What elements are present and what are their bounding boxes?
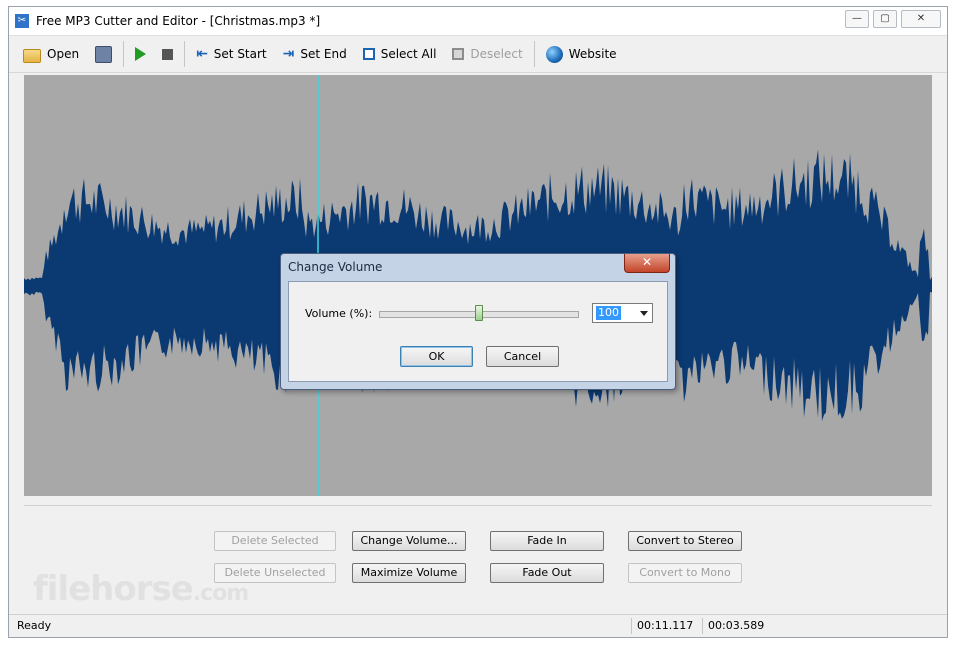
fade-in-button[interactable]: Fade In — [490, 531, 604, 551]
toolbar: Open ⇤ Set Start ⇥ Set End Select All De… — [9, 36, 947, 73]
window-title: Free MP3 Cutter and Editor - [Christmas.… — [36, 14, 321, 28]
folder-open-icon — [23, 49, 41, 63]
delete-selected-button[interactable]: Delete Selected — [214, 531, 336, 551]
chevron-down-icon[interactable] — [640, 311, 648, 316]
convert-stereo-button[interactable]: Convert to Stereo — [628, 531, 742, 551]
status-text: Ready — [17, 619, 52, 632]
cancel-button[interactable]: Cancel — [486, 346, 559, 367]
website-button[interactable]: Website — [538, 41, 625, 67]
status-bar: Ready 00:11.117 00:03.589 — [9, 614, 947, 637]
stop-icon — [162, 48, 174, 60]
deselect-icon — [452, 48, 465, 60]
close-button[interactable]: ✕ — [901, 10, 941, 28]
play-button[interactable] — [127, 41, 154, 67]
status-selection-length: 00:03.589 — [702, 618, 774, 634]
toolbar-separator — [184, 41, 186, 67]
deselect-label: Deselect — [470, 47, 523, 61]
title-bar: ✂ Free MP3 Cutter and Editor - [Christma… — [9, 7, 947, 36]
change-volume-dialog: Change Volume ✕ Volume (%): 100 OK Cance… — [280, 253, 676, 390]
dialog-title: Change Volume — [288, 260, 383, 274]
toolbar-separator — [123, 41, 125, 67]
convert-mono-button[interactable]: Convert to Mono — [628, 563, 742, 583]
stop-button[interactable] — [154, 41, 181, 67]
set-start-label: Set Start — [213, 47, 267, 61]
status-position: 00:11.117 — [631, 618, 701, 634]
open-label: Open — [47, 47, 80, 61]
dialog-body: Volume (%): 100 OK Cancel — [288, 281, 668, 382]
watermark-suffix: .com — [192, 581, 249, 606]
set-end-button[interactable]: ⇥ Set End — [275, 41, 355, 67]
watermark-name: filehorse — [33, 569, 194, 609]
maximize-volume-button[interactable]: Maximize Volume — [352, 563, 466, 583]
maximize-button[interactable]: ▢ — [873, 10, 897, 28]
watermark-logo: filehorse.com — [33, 569, 249, 609]
globe-icon — [545, 45, 563, 63]
volume-slider-thumb[interactable] — [475, 305, 483, 321]
fade-out-button[interactable]: Fade Out — [490, 563, 604, 583]
deselect-button[interactable]: Deselect — [444, 41, 530, 67]
set-end-label: Set End — [300, 47, 347, 61]
open-button[interactable]: Open — [15, 41, 87, 67]
set-end-icon: ⇥ — [282, 46, 295, 62]
ok-button[interactable]: OK — [400, 346, 473, 367]
change-volume-button[interactable]: Change Volume... — [352, 531, 466, 551]
floppy-disk-icon — [95, 45, 113, 63]
volume-combo[interactable]: 100 — [592, 303, 653, 323]
set-start-icon: ⇤ — [196, 46, 208, 62]
select-all-label: Select All — [380, 47, 437, 61]
set-start-button[interactable]: ⇤ Set Start — [188, 41, 275, 67]
app-icon: ✂ — [15, 14, 29, 28]
minimize-button[interactable]: — — [845, 10, 869, 28]
volume-value[interactable]: 100 — [596, 306, 621, 320]
volume-label: Volume (%): — [305, 307, 373, 320]
toolbar-separator — [533, 41, 535, 67]
panel-divider — [24, 505, 932, 506]
select-all-icon — [362, 48, 375, 60]
save-button[interactable] — [87, 41, 120, 67]
website-label: Website — [568, 47, 617, 61]
play-icon — [135, 47, 147, 61]
select-all-button[interactable]: Select All — [355, 41, 445, 67]
dialog-close-button[interactable]: ✕ — [624, 254, 670, 273]
